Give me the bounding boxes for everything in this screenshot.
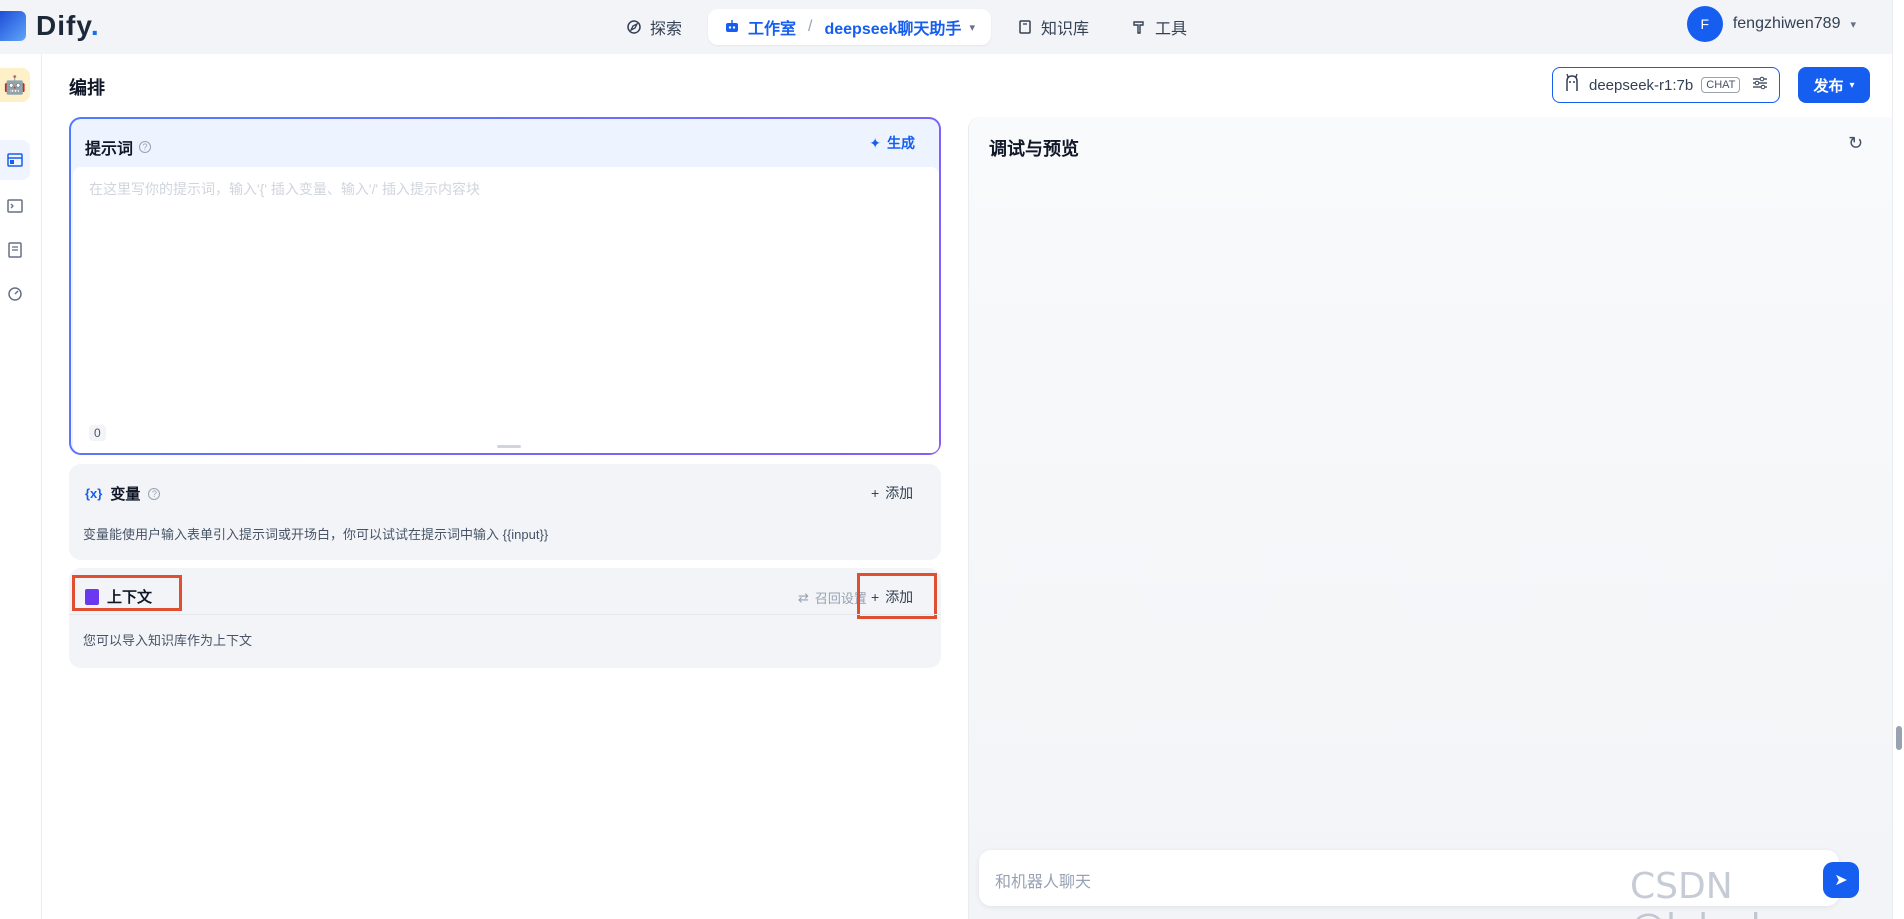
variables-header: {x} 变量 ? [85, 483, 161, 504]
chevron-down-icon: ▾ [1849, 79, 1855, 91]
nav-separator: / [808, 18, 813, 35]
scrollbar-thumb[interactable] [1896, 726, 1902, 750]
generate-label: 生成 [887, 135, 915, 151]
robot-icon [724, 19, 740, 35]
variables-title: 变量 [110, 486, 141, 503]
context-description: 您可以导入知识库作为上下文 [83, 633, 253, 648]
debug-title: 调试与预览 [989, 139, 1079, 159]
hammer-icon [1131, 19, 1147, 35]
context-card: 上下文 ⇄ 召回设置 + 添加 您可以导入知识库作为上下文 [69, 568, 941, 668]
nav-explore[interactable]: 探索 [610, 9, 698, 45]
logo-dot: . [90, 10, 100, 41]
add-variable-label: 添加 [885, 485, 914, 501]
dify-logo[interactable]: Dify. [0, 10, 100, 42]
prompt-title: 提示词 [85, 141, 134, 158]
resize-handle[interactable] [497, 445, 521, 448]
chevron-down-icon: ▾ [1850, 18, 1856, 31]
help-icon[interactable]: ? [148, 487, 161, 500]
publish-button[interactable]: 发布 ▾ [1798, 67, 1870, 103]
document-icon [85, 588, 99, 605]
variables-description: 变量能使用户输入表单引入提示词或开场白，你可以试试在提示词中输入 {{input… [83, 527, 549, 542]
logo-text: Dify. [36, 10, 100, 42]
monitor-icon[interactable] [0, 274, 30, 314]
add-variable-button[interactable]: + 添加 [871, 483, 913, 503]
add-context-button[interactable]: + 添加 [871, 587, 913, 607]
left-rail: 🤖 [0, 54, 42, 919]
nav-studio-label: 工作室 [748, 21, 797, 38]
generate-button[interactable]: ✦ 生成 [869, 133, 915, 153]
book-icon [1017, 19, 1033, 35]
plus-icon: + [871, 485, 880, 501]
terminal-icon[interactable] [0, 186, 30, 226]
refresh-icon[interactable]: ↻ [1848, 133, 1868, 153]
nav-knowledge[interactable]: 知识库 [1001, 9, 1105, 45]
scrollbar[interactable] [1892, 0, 1904, 919]
debug-preview-panel: 调试与预览 ↻ 和机器人聊天 ➤ [968, 117, 1892, 919]
page-title: 编排 [69, 78, 105, 98]
prompt-card: 提示词 ? ✦ 生成 在这里写你的提示词，输入'{' 插入变量、输入'/' 插入… [69, 117, 941, 455]
context-title: 上下文 [107, 589, 153, 606]
model-selector[interactable]: deepseek-r1:7b CHAT [1552, 67, 1780, 103]
sliders-icon[interactable] [1752, 76, 1768, 94]
main-nav: 探索 工作室 / deepseek聊天助手 ▾ 知识库 工具 [610, 5, 1203, 49]
add-context-label: 添加 [885, 589, 914, 605]
nav-studio[interactable]: 工作室 / deepseek聊天助手 ▾ [708, 9, 991, 45]
publish-label: 发布 [1813, 77, 1844, 95]
user-menu[interactable]: F fengzhiwen789 ▾ [1686, 6, 1856, 42]
prompt-editor[interactable]: 在这里写你的提示词，输入'{' 插入变量、输入'/' 插入提示内容块 0 [73, 167, 939, 453]
context-divider [69, 614, 941, 615]
chevron-down-icon[interactable]: ▾ [969, 21, 975, 34]
variables-card: {x} 变量 ? + 添加 变量能使用户输入表单引入提示词或开场白，你可以试试在… [69, 464, 941, 560]
help-icon[interactable]: ? [139, 141, 152, 153]
logo-word: Dify [36, 10, 91, 41]
model-name: deepseek-r1:7b [1589, 76, 1694, 94]
logo-mark [0, 11, 26, 41]
variable-icon: {x} [85, 486, 103, 501]
sparkle-icon: ✦ [869, 134, 881, 151]
prompt-header: 提示词 ? [85, 135, 152, 159]
top-navigation: Dify. 探索 工作室 / deepseek聊天助手 ▾ 知识库 工具 F f… [0, 0, 1904, 54]
user-name: fengzhiwen789 [1732, 15, 1841, 32]
chat-placeholder: 和机器人聊天 [995, 874, 1092, 891]
orchestrate-icon[interactable] [0, 140, 30, 180]
logs-icon[interactable] [0, 230, 30, 270]
nav-tools[interactable]: 工具 [1115, 9, 1203, 45]
user-avatar: F [1686, 6, 1723, 42]
nav-app-name[interactable]: deepseek聊天助手 [824, 15, 961, 39]
prompt-card-inner: 提示词 ? ✦ 生成 在这里写你的提示词，输入'{' 插入变量、输入'/' 插入… [71, 119, 939, 453]
nav-tools-label: 工具 [1154, 21, 1187, 38]
watermark: CSDN @leluckys [1630, 866, 1810, 919]
nav-knowledge-label: 知识库 [1040, 21, 1089, 38]
compass-icon [626, 19, 642, 35]
app-avatar[interactable]: 🤖 [0, 68, 30, 102]
settings-sliders-icon: ⇄ [798, 589, 809, 605]
llama-icon [1563, 73, 1581, 97]
model-mode-badge: CHAT [1701, 77, 1741, 93]
context-header: 上下文 [85, 586, 152, 607]
main-area: 编排 deepseek-r1:7b CHAT 发布 ▾ 提示词 ? ✦ 生成 在… [42, 54, 1892, 919]
nav-explore-label: 探索 [650, 21, 683, 38]
char-count: 0 [89, 425, 106, 441]
prompt-placeholder: 在这里写你的提示词，输入'{' 插入变量、输入'/' 插入提示内容块 [89, 181, 481, 197]
plus-icon: + [871, 589, 880, 605]
